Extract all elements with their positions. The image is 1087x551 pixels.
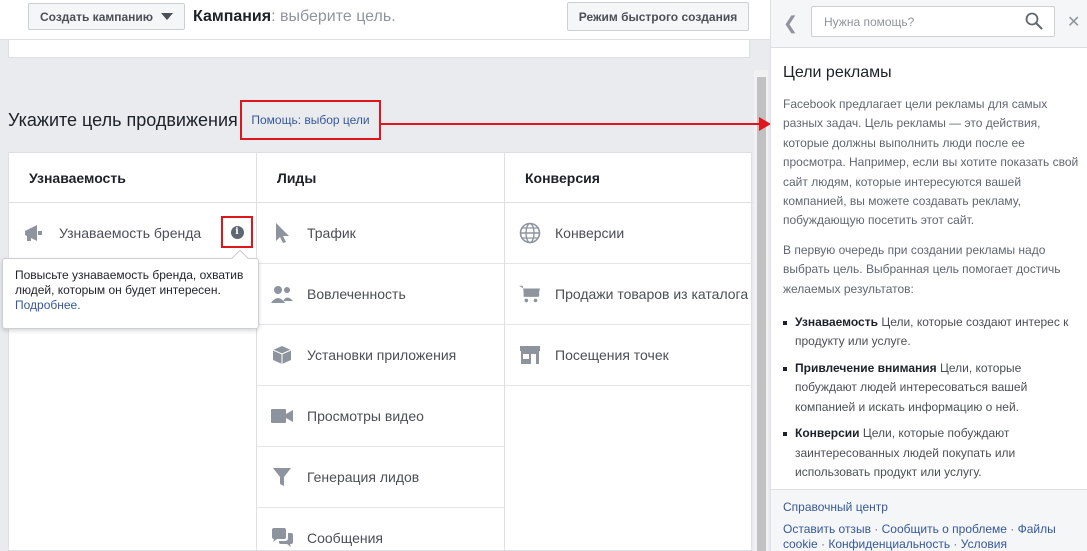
objective-traffic[interactable]: Трафик (257, 203, 504, 264)
shopping-cart-icon (519, 283, 541, 305)
objective-label: Просмотры видео (307, 408, 424, 424)
objective-lead-generation[interactable]: Генерация лидов (257, 447, 504, 508)
help-body: Facebook предлагает цели рекламы для сам… (783, 95, 1079, 489)
objective-label: Генерация лидов (307, 469, 420, 485)
objective-label: Трафик (307, 225, 356, 241)
help-list-item: Узнаваемость Цели, которые создают интер… (783, 313, 1079, 352)
objective-label: Конверсии (555, 225, 625, 241)
column-header-awareness: Узнаваемость (9, 153, 256, 203)
tooltip-text: Повысьте узнаваемость бренда, охватив лю… (15, 268, 244, 297)
objective-label: Узнаваемость бренда (59, 225, 202, 241)
help-paragraph: В первую очередь при создании рекламы на… (783, 242, 1061, 296)
help-link-highlight: Помощь: выбор цели (240, 100, 381, 140)
column-header-leads: Лиды (257, 153, 504, 203)
feedback-link[interactable]: Оставить отзыв (783, 522, 871, 536)
objective-catalog-sales[interactable]: Продажи товаров из каталога (505, 264, 753, 325)
objective-conversions[interactable]: Конверсии (505, 203, 753, 264)
help-list-term: Конверсии (795, 426, 860, 441)
campaign-label: Кампания (193, 8, 272, 25)
column-conversion: Конверсия Конверсии Продажи товаров из к… (505, 153, 753, 551)
report-problem-link[interactable]: Сообщить о проблеме (882, 522, 1007, 536)
caret-down-icon (161, 13, 174, 20)
help-list-item: Конверсии Цели, которые побуждают заинте… (783, 424, 1079, 482)
objective-label: Посещения точек (555, 347, 669, 363)
objective-video-views[interactable]: Просмотры видео (257, 386, 504, 447)
goal-help-link[interactable]: Помощь: выбор цели (251, 113, 369, 127)
help-header: ❮ ✕ (771, 0, 1087, 48)
help-search-input[interactable] (811, 6, 1055, 37)
objective-messages[interactable]: Сообщения (257, 508, 504, 551)
create-campaign-button[interactable]: Создать кампанию (28, 3, 185, 30)
globe-icon (519, 222, 541, 244)
help-list-term: Узнаваемость (795, 315, 878, 330)
close-icon[interactable]: ✕ (1067, 12, 1080, 32)
scrollbar-thumb[interactable] (757, 77, 766, 551)
video-camera-icon (271, 405, 293, 427)
objective-app-installs[interactable]: Установки приложения (257, 325, 504, 386)
objectives-table: Узнаваемость Узнаваемость бренда Лиды Тр… (8, 152, 753, 551)
separator: · (950, 537, 961, 551)
help-footer-links: Оставить отзыв · Сообщить о проблеме · Ф… (783, 522, 1076, 551)
help-panel: ❮ ✕ Цели рекламы Facebook предлагает цел… (770, 0, 1087, 551)
terms-link[interactable]: Условия (961, 537, 1007, 551)
objective-brand-awareness[interactable]: Узнаваемость бренда (9, 203, 256, 264)
chevron-left-icon[interactable]: ❮ (783, 13, 798, 34)
help-list-term: Привлечение внимания (795, 360, 937, 375)
tooltip-more-link[interactable]: Подробнее. (15, 298, 81, 312)
storefront-icon (519, 344, 541, 366)
info-icon-highlight: i (221, 216, 253, 248)
goal-heading: Укажите цель продвижения (8, 110, 238, 130)
help-center-link[interactable]: Справочный центр (783, 500, 1076, 514)
box-icon (271, 344, 293, 366)
help-list-item: Привлечение внимания Цели, которые побуж… (783, 359, 1079, 417)
objective-engagement[interactable]: Вовлеченность (257, 264, 504, 325)
column-header-conversion: Конверсия (505, 153, 753, 203)
column-leads: Лиды Трафик Вовлеченность Установки прил… (257, 153, 505, 551)
search-icon[interactable] (1025, 12, 1043, 30)
cursor-icon (271, 222, 293, 244)
objective-label: Установки приложения (307, 347, 457, 363)
annotation-arrow-line (381, 123, 761, 125)
help-list: Узнаваемость Цели, которые создают интер… (783, 313, 1079, 482)
help-footer: Справочный центр Оставить отзыв · Сообщи… (771, 489, 1087, 551)
separator: · (1006, 522, 1018, 536)
objective-label: Сообщения (307, 530, 383, 546)
objective-store-visits[interactable]: Посещения точек (505, 325, 753, 386)
help-title: Цели рекламы (783, 64, 892, 81)
separator: · (870, 522, 882, 536)
separator: · (817, 537, 829, 551)
people-icon (271, 283, 293, 305)
megaphone-icon (23, 222, 45, 244)
help-paragraph: Facebook предлагает цели рекламы для сам… (783, 97, 1079, 228)
campaign-hint: : выберите цель. (271, 8, 396, 25)
top-bar: Создать кампанию Кампания: выберите цель… (0, 0, 770, 40)
funnel-icon (271, 466, 293, 488)
column-awareness: Узнаваемость Узнаваемость бренда (9, 153, 257, 551)
create-campaign-label: Создать кампанию (40, 9, 154, 24)
card-top-edge (8, 40, 750, 58)
campaign-title: Кампания: выберите цель. (193, 8, 396, 26)
objective-label: Вовлеченность (307, 286, 406, 302)
info-icon[interactable]: i (230, 225, 244, 239)
tooltip-brand-awareness: Повысьте узнаваемость бренда, охватив лю… (2, 249, 259, 329)
chat-bubbles-icon (271, 527, 293, 549)
objective-label: Продажи товаров из каталога (555, 286, 749, 302)
quick-creation-mode-button[interactable]: Режим быстрого создания (567, 2, 749, 31)
privacy-link[interactable]: Конфиденциальность (828, 537, 950, 551)
